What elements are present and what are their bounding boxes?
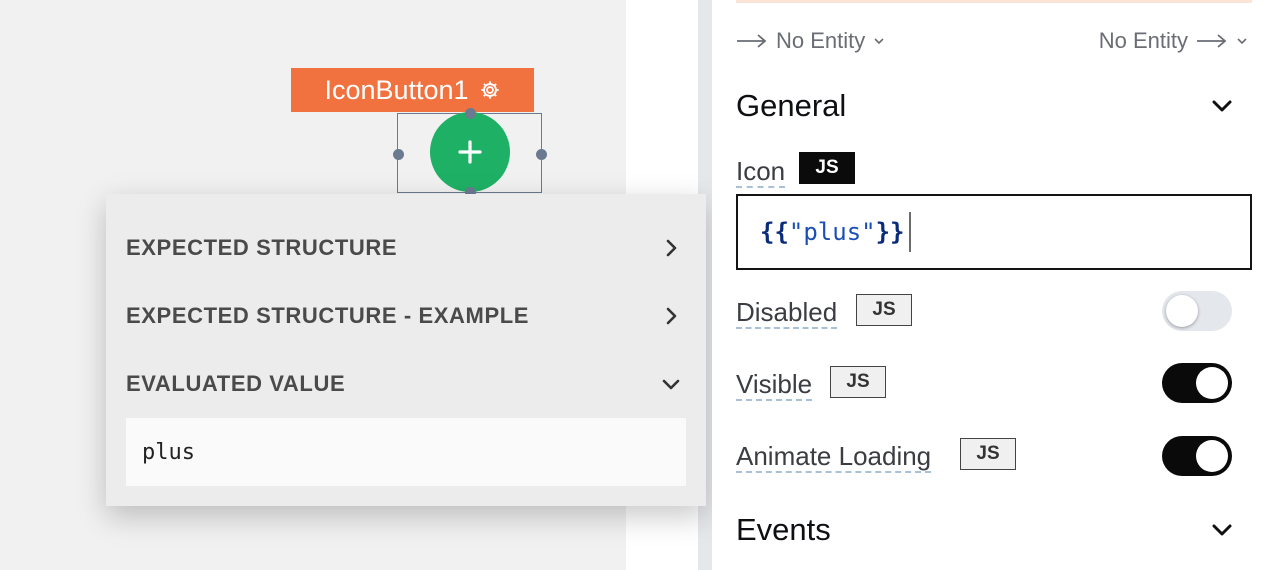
switch-knob: [1196, 367, 1228, 399]
visible-switch[interactable]: [1162, 363, 1232, 403]
expected-structure-row[interactable]: EXPECTED STRUCTURE: [126, 228, 680, 268]
evaluated-value-text: plus: [142, 439, 195, 465]
icon-code-input[interactable]: {{"plus"}}: [736, 194, 1252, 270]
widget-name-label: IconButton1: [324, 74, 469, 105]
icon-property-label: Icon: [736, 156, 786, 188]
widget-name-tag[interactable]: IconButton1: [291, 68, 534, 112]
switch-knob: [1196, 440, 1228, 472]
disabled-property-label: Disabled: [736, 297, 838, 329]
expected-structure-example-label: EXPECTED STRUCTURE - EXAMPLE: [126, 303, 530, 328]
chevron-down-icon: [1237, 38, 1247, 45]
incoming-entity-label: No Entity: [776, 28, 866, 53]
icon-js-toggle[interactable]: JS: [799, 152, 855, 184]
chevron-down-icon[interactable]: [1210, 518, 1234, 542]
animate-loading-property-label: Animate Loading: [736, 441, 932, 473]
animate-loading-js-toggle[interactable]: JS: [960, 438, 1016, 470]
events-section-title[interactable]: Events: [736, 512, 831, 548]
property-pane: No Entity No Entity General Icon JS {{"p…: [712, 0, 1288, 570]
code-string-value: "plus": [788, 218, 876, 246]
disabled-switch[interactable]: [1162, 291, 1232, 331]
chevron-right-icon: [666, 307, 677, 325]
chevron-down-icon[interactable]: [1210, 94, 1234, 118]
evaluated-value-box: plus: [126, 418, 686, 486]
visible-property-label: Visible: [736, 369, 813, 401]
resize-handle-top[interactable]: [465, 108, 476, 119]
incoming-entity-dropdown[interactable]: No Entity: [736, 28, 885, 54]
general-section-title[interactable]: General: [736, 88, 846, 124]
evaluated-value-popover: EXPECTED STRUCTURE EXPECTED STRUCTURE - …: [106, 194, 706, 506]
evaluated-value-row[interactable]: EVALUATED VALUE: [126, 364, 680, 404]
plus-icon: [458, 140, 482, 164]
text-caret: [908, 212, 911, 252]
pane-top-border: [736, 0, 1252, 3]
icon-button-widget[interactable]: [430, 112, 510, 192]
expected-structure-example-row[interactable]: EXPECTED STRUCTURE - EXAMPLE: [126, 296, 680, 336]
chevron-down-icon: [662, 379, 680, 390]
outgoing-entity-label: No Entity: [1098, 28, 1188, 53]
arrow-right-icon: [1197, 34, 1227, 48]
resize-handle-right[interactable]: [536, 149, 547, 160]
evaluated-value-label: EVALUATED VALUE: [126, 371, 346, 396]
chevron-down-icon: [874, 38, 884, 45]
switch-knob: [1166, 295, 1198, 327]
visible-js-toggle[interactable]: JS: [830, 366, 886, 398]
chevron-right-icon: [666, 239, 677, 257]
resize-handle-left[interactable]: [393, 149, 404, 160]
animate-loading-switch[interactable]: [1162, 436, 1232, 476]
gear-icon[interactable]: [479, 79, 501, 101]
expected-structure-label: EXPECTED STRUCTURE: [126, 235, 398, 260]
code-close-braces: }}: [875, 218, 905, 246]
outgoing-entity-dropdown[interactable]: No Entity: [1099, 28, 1248, 54]
arrow-right-icon: [737, 34, 767, 48]
disabled-js-toggle[interactable]: JS: [856, 294, 912, 326]
code-open-braces: {{: [760, 218, 789, 246]
